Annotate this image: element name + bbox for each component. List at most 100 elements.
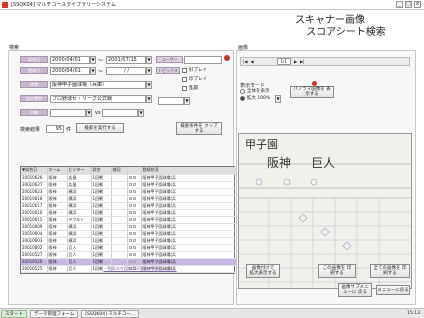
league-extra-dropdown[interactable]: ▼ <box>184 97 190 105</box>
table-row[interactable]: 20010526 阪神 巨人 1回戦 阪神甲子園球場(兵 <box>21 258 237 266</box>
enlarge-button[interactable]: 画像付けで 拡大表示する <box>246 264 280 278</box>
flag-checkbox[interactable] <box>132 253 136 256</box>
back-to-image-menu-button[interactable]: 画像サブメニューに 戻る <box>338 283 372 297</box>
table-row[interactable]: 20010602 阪神 巨人 1回戦 阪神甲子園球場(兵 <box>21 244 237 252</box>
close-button[interactable]: × <box>414 1 421 8</box>
print-button[interactable]: この画像を 印刷する <box>318 264 356 278</box>
flag-checkbox[interactable] <box>128 204 132 207</box>
flag-checkbox[interactable] <box>128 253 132 256</box>
table-row[interactable]: 20010623 阪神 横浜 1回戦 阪神甲子園球場(兵 <box>21 188 237 196</box>
cell-home: 阪神 <box>47 202 68 210</box>
mode-zoom-radio[interactable]: 拡大 100% <box>240 95 270 101</box>
flag-checkbox[interactable] <box>128 218 132 221</box>
flag-checkbox[interactable] <box>128 190 132 193</box>
last-page-icon[interactable]: ▶| <box>300 59 304 64</box>
radio-circle[interactable] <box>240 95 245 101</box>
table-row[interactable]: 20010626 阪神 広島 1回戦 阪神甲子園球場(兵 <box>21 174 237 182</box>
taskbar-item-data-form[interactable]: データ管理フォーム <box>30 309 79 318</box>
entry-to-dropdown[interactable]: ▼ <box>146 67 152 75</box>
cell-home: 阪神 <box>47 223 68 231</box>
table-row[interactable]: 20010527 阪神 巨人 1回戦 阪神甲子園球場(兵 <box>21 251 237 259</box>
checkbox-box[interactable] <box>182 67 187 73</box>
start-button[interactable]: スタート <box>1 309 27 318</box>
flag-checkbox[interactable] <box>132 197 136 200</box>
flag-checkbox[interactable] <box>132 225 136 228</box>
flag-checkbox[interactable] <box>132 190 136 193</box>
flag-checkbox[interactable] <box>132 232 136 235</box>
prev-page-icon[interactable]: ◀ <box>250 59 253 64</box>
flag-checkbox[interactable] <box>128 197 132 200</box>
flag-checkbox[interactable] <box>128 176 132 179</box>
col-flags[interactable] <box>127 167 142 175</box>
date-from-dropdown[interactable]: ▼ <box>90 56 96 64</box>
checkbox-box[interactable] <box>182 76 187 82</box>
radio-circle[interactable] <box>240 88 245 94</box>
flag-checkbox[interactable] <box>128 225 132 228</box>
image-section-title: 画像 <box>238 45 249 51</box>
cell-flags <box>127 258 142 266</box>
table-row[interactable]: 20010609 阪神 横浜 1回戦 阪神甲子園球場(兵 <box>21 223 237 231</box>
print-all-button[interactable]: 全ての画像を 印刷する <box>370 264 410 278</box>
league-dropdown[interactable]: ▼ <box>146 95 152 103</box>
next-page-icon[interactable]: ▶ <box>294 59 297 64</box>
table-row[interactable]: 20010616 阪神 横浜 1回戦 阪神甲子園球場(兵 <box>21 209 237 217</box>
league-select[interactable]: プロ野球セ・リーグ公式戦 <box>50 95 146 103</box>
date-to-dropdown[interactable]: ▼ <box>146 56 152 64</box>
date-from-input[interactable]: 2000/04/01 <box>50 56 90 64</box>
stadium-select[interactable]: 阪神甲子園球場（兵庫） <box>50 81 146 89</box>
team-visitor-dropdown[interactable]: ▼ <box>138 109 144 117</box>
user-input[interactable] <box>184 56 222 64</box>
flag-checkbox[interactable] <box>132 211 136 214</box>
flag-checkbox[interactable] <box>132 218 136 221</box>
strange-play-checkbox[interactable]: 珍プレイ <box>182 76 207 82</box>
flag-checkbox[interactable] <box>128 260 132 263</box>
table-row[interactable]: 20010618 阪神 横浜 1回戦 阪神甲子園球場(兵 <box>21 195 237 203</box>
brawl-checkbox[interactable]: 乱闘 <box>182 85 198 91</box>
main-menu-button[interactable]: メニューに戻る <box>376 285 410 295</box>
league-extra-input[interactable] <box>158 97 184 105</box>
maximize-button[interactable]: □ <box>405 1 412 8</box>
col-status[interactable]: 登録状況 <box>141 167 237 175</box>
good-play-checkbox[interactable]: 好プレイ <box>182 67 207 73</box>
col-previous[interactable]: 前回 <box>111 167 128 175</box>
results-table: ▼試合日 ホーム ビジター 試合 前回 登録状況 20010626 阪神 広島 1回戦… <box>20 166 237 274</box>
team-visitor-select[interactable] <box>102 109 138 117</box>
zoom-dropdown[interactable]: ▼ <box>275 95 281 103</box>
entry-from-dropdown[interactable]: ▼ <box>90 67 96 75</box>
minimize-button[interactable]: _ <box>396 1 403 8</box>
col-game[interactable]: 試合 <box>91 167 112 175</box>
table-row[interactable]: 20010615 阪神 ヤクルト 1回戦 阪神甲子園球場(兵 <box>21 216 237 224</box>
team-home-select[interactable] <box>50 109 86 117</box>
flag-checkbox[interactable] <box>128 211 132 214</box>
panorama-button[interactable]: パノラマ画像を 表示する <box>290 86 334 98</box>
table-row[interactable]: 20010627 阪神 広島 1回戦 阪神甲子園球場(兵 <box>21 181 237 189</box>
table-row[interactable]: 20010617 阪神 横浜 1回戦 阪神甲子園球場(兵 <box>21 202 237 210</box>
clear-search-button[interactable]: 検索条件を クリアする <box>176 122 222 135</box>
taskbar-item-app[interactable]: [SSQK04] マルチコー... <box>81 309 140 318</box>
checkbox-box[interactable] <box>182 85 187 91</box>
col-home[interactable]: ホーム <box>47 167 68 175</box>
table-row[interactable]: 20010604 阪神 横浜 1回戦 阪神甲子園球場(兵 <box>21 230 237 238</box>
flag-checkbox[interactable] <box>132 246 136 249</box>
date-to-input[interactable]: 2001/07/15 <box>106 56 146 64</box>
flag-checkbox[interactable] <box>128 239 132 242</box>
flag-checkbox[interactable] <box>132 260 136 263</box>
flag-checkbox[interactable] <box>132 183 136 186</box>
col-date[interactable]: ▼試合日 <box>21 167 48 175</box>
flag-checkbox[interactable] <box>132 176 136 179</box>
entry-to-input[interactable]: / / <box>106 67 146 75</box>
flag-checkbox[interactable] <box>128 232 132 235</box>
flag-checkbox[interactable] <box>128 246 132 249</box>
flag-checkbox[interactable] <box>128 183 132 186</box>
first-page-icon[interactable]: |◀ <box>243 59 247 64</box>
mode-fit-radio[interactable]: 全体を表示 <box>240 88 270 94</box>
team-home-dropdown[interactable]: ▼ <box>86 109 92 117</box>
flag-checkbox[interactable] <box>132 239 136 242</box>
run-search-button[interactable]: 検索を実行する <box>76 123 124 133</box>
table-row[interactable]: 20010603 阪神 横浜 1回戦 阪神甲子園球場(兵 <box>21 237 237 245</box>
entry-from-input[interactable]: 2000/04/01 <box>50 67 90 75</box>
stadium-dropdown[interactable]: ▼ <box>146 81 152 89</box>
csv-save-link[interactable]: 一覧表の内容をCSV形式で 保存しておく <box>100 266 180 271</box>
flag-checkbox[interactable] <box>132 204 136 207</box>
col-visitor[interactable]: ビジター <box>67 167 92 175</box>
